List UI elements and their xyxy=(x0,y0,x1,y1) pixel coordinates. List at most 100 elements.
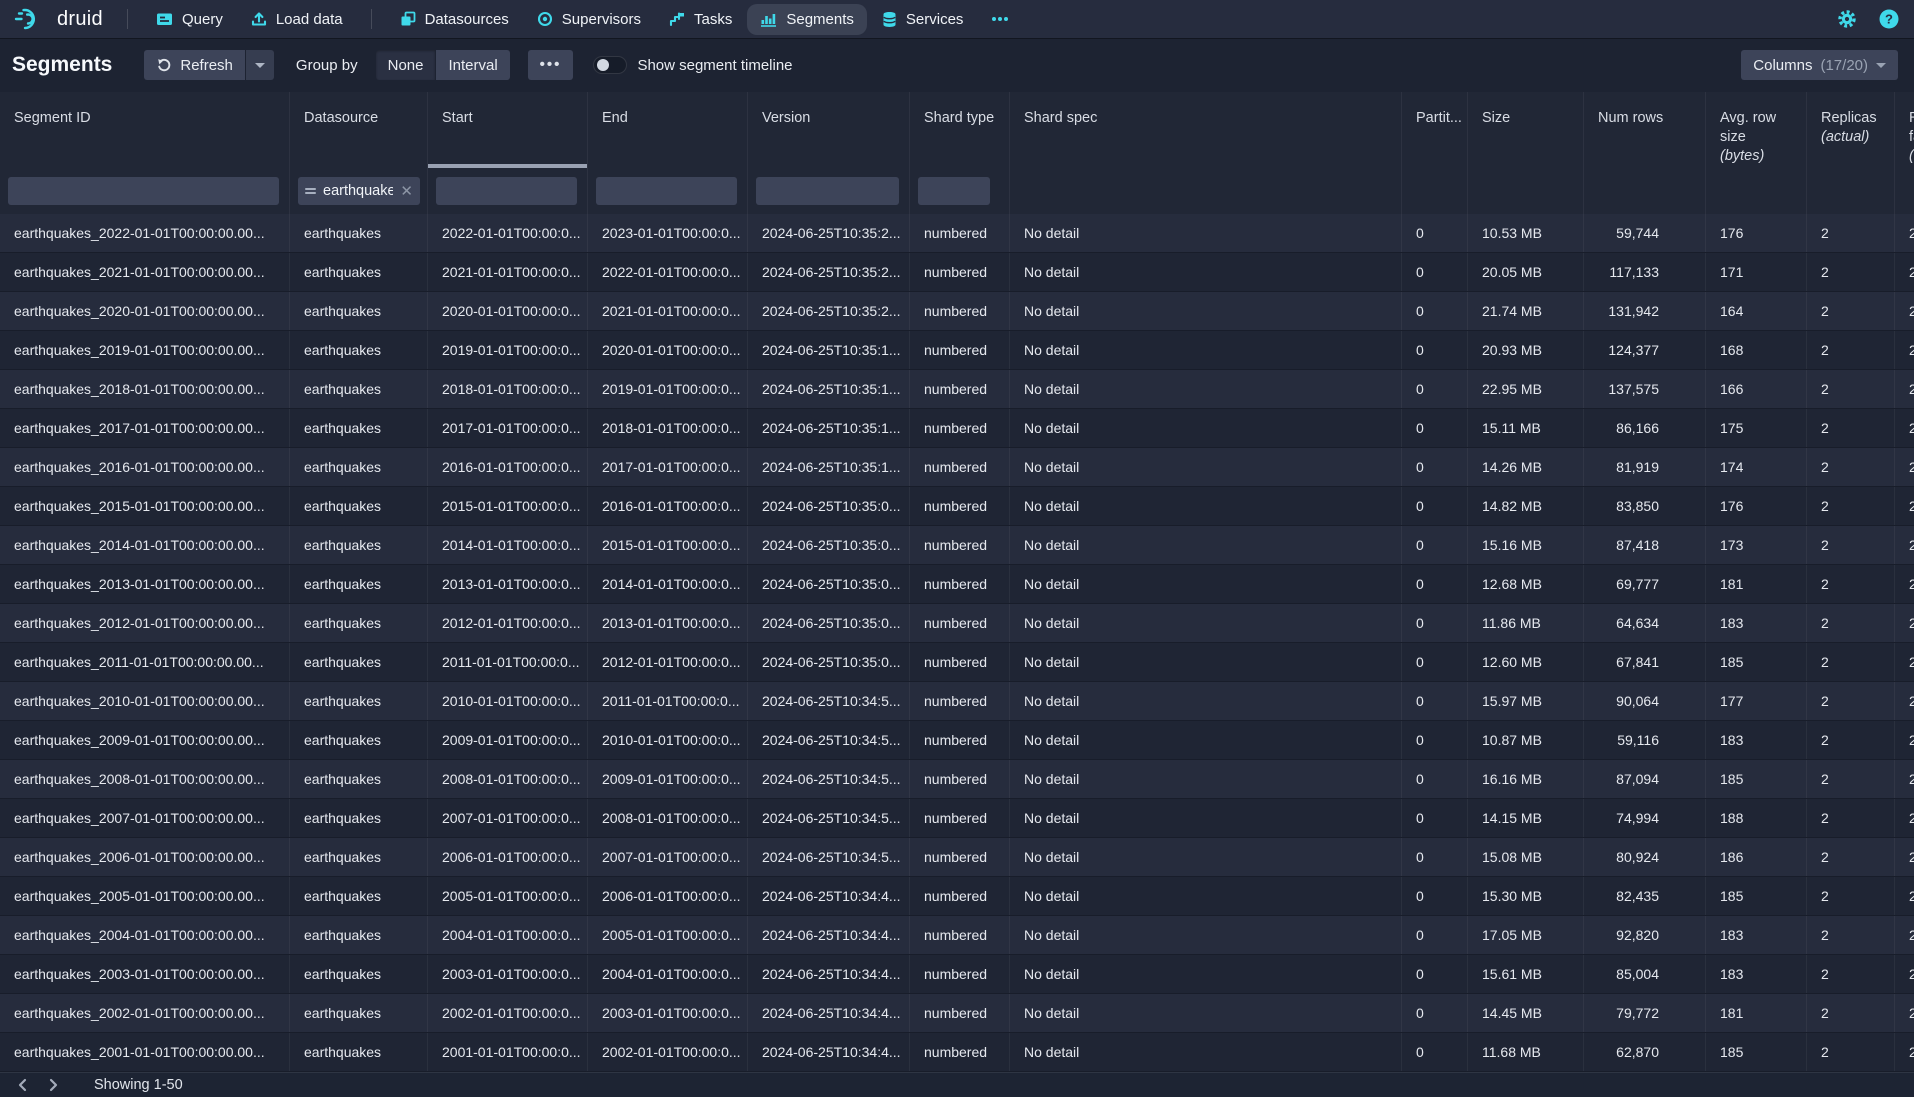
cell-num_rows[interactable]: 86,166 xyxy=(1584,409,1706,447)
column-header-shard_spec[interactable]: Shard spec xyxy=(1010,92,1402,168)
column-header-shard_type[interactable]: Shard type xyxy=(910,92,1010,168)
cell-segment_id[interactable]: earthquakes_2022-01-01T00:00:00.00... xyxy=(0,214,290,252)
cell-size[interactable]: 12.60 MB xyxy=(1468,643,1584,681)
cell-shard_type[interactable]: numbered xyxy=(910,916,1010,954)
column-header-datasource[interactable]: Datasource xyxy=(290,92,428,168)
cell-datasource[interactable]: earthquakes xyxy=(290,565,428,603)
cell-version[interactable]: 2024-06-25T10:34:4... xyxy=(748,955,910,993)
cell-end[interactable]: 2017-01-01T00:00:0... xyxy=(588,448,748,486)
cell-segment_id[interactable]: earthquakes_2004-01-01T00:00:00.00... xyxy=(0,916,290,954)
cell-num_rows[interactable]: 85,004 xyxy=(1584,955,1706,993)
cell-start[interactable]: 2004-01-01T00:00:0... xyxy=(428,916,588,954)
cell-avg_row_size[interactable]: 188 xyxy=(1706,799,1807,837)
nav-more-button[interactable] xyxy=(978,9,1022,29)
column-header-segment_id[interactable]: Segment ID xyxy=(0,92,290,168)
cell-segment_id[interactable]: earthquakes_2011-01-01T00:00:00.00... xyxy=(0,643,290,681)
cell-start[interactable]: 2022-01-01T00:00:0... xyxy=(428,214,588,252)
cell-avg_row_size[interactable]: 185 xyxy=(1706,877,1807,915)
cell-version[interactable]: 2024-06-25T10:34:5... xyxy=(748,760,910,798)
cell-replicas[interactable]: 2 xyxy=(1807,799,1895,837)
cell-shard_spec[interactable]: No detail xyxy=(1010,292,1402,330)
cell-version[interactable]: 2024-06-25T10:35:0... xyxy=(748,604,910,642)
cell-replicas[interactable]: 2 xyxy=(1807,604,1895,642)
cell-num_rows[interactable]: 74,994 xyxy=(1584,799,1706,837)
cell-replication_factor[interactable]: 2 xyxy=(1895,877,1914,915)
cell-version[interactable]: 2024-06-25T10:35:2... xyxy=(748,253,910,291)
cell-replication_factor[interactable]: 2 xyxy=(1895,565,1914,603)
cell-partition[interactable]: 0 xyxy=(1402,760,1468,798)
cell-shard_spec[interactable]: No detail xyxy=(1010,838,1402,876)
cell-shard_spec[interactable]: No detail xyxy=(1010,682,1402,720)
cell-num_rows[interactable]: 82,435 xyxy=(1584,877,1706,915)
cell-size[interactable]: 12.68 MB xyxy=(1468,565,1584,603)
cell-shard_spec[interactable]: No detail xyxy=(1010,760,1402,798)
cell-size[interactable]: 15.61 MB xyxy=(1468,955,1584,993)
cell-segment_id[interactable]: earthquakes_2001-01-01T00:00:00.00... xyxy=(0,1033,290,1071)
cell-num_rows[interactable]: 80,924 xyxy=(1584,838,1706,876)
cell-replicas[interactable]: 2 xyxy=(1807,526,1895,564)
column-header-replication_factor[interactable]: Replication factor(target) xyxy=(1895,92,1914,168)
cell-start[interactable]: 2012-01-01T00:00:0... xyxy=(428,604,588,642)
cell-avg_row_size[interactable]: 177 xyxy=(1706,682,1807,720)
cell-start[interactable]: 2011-01-01T00:00:0... xyxy=(428,643,588,681)
help-icon[interactable]: ? xyxy=(1878,8,1900,30)
cell-start[interactable]: 2020-01-01T00:00:0... xyxy=(428,292,588,330)
cell-replicas[interactable]: 2 xyxy=(1807,877,1895,915)
cell-datasource[interactable]: earthquakes xyxy=(290,838,428,876)
cell-replicas[interactable]: 2 xyxy=(1807,448,1895,486)
cell-num_rows[interactable]: 124,377 xyxy=(1584,331,1706,369)
cell-shard_spec[interactable]: No detail xyxy=(1010,877,1402,915)
cell-size[interactable]: 11.86 MB xyxy=(1468,604,1584,642)
cell-datasource[interactable]: earthquakes xyxy=(290,292,428,330)
cell-datasource[interactable]: earthquakes xyxy=(290,799,428,837)
cell-start[interactable]: 2010-01-01T00:00:0... xyxy=(428,682,588,720)
cell-avg_row_size[interactable]: 176 xyxy=(1706,214,1807,252)
cell-start[interactable]: 2013-01-01T00:00:0... xyxy=(428,565,588,603)
cell-num_rows[interactable]: 79,772 xyxy=(1584,994,1706,1032)
cell-shard_type[interactable]: numbered xyxy=(910,370,1010,408)
cell-num_rows[interactable]: 117,133 xyxy=(1584,253,1706,291)
cell-start[interactable]: 2006-01-01T00:00:0... xyxy=(428,838,588,876)
cell-shard_spec[interactable]: No detail xyxy=(1010,643,1402,681)
cell-partition[interactable]: 0 xyxy=(1402,994,1468,1032)
more-options-button[interactable]: ••• xyxy=(528,50,574,80)
cell-size[interactable]: 14.45 MB xyxy=(1468,994,1584,1032)
cell-num_rows[interactable]: 131,942 xyxy=(1584,292,1706,330)
cell-datasource[interactable]: earthquakes xyxy=(290,370,428,408)
cell-avg_row_size[interactable]: 185 xyxy=(1706,643,1807,681)
cell-size[interactable]: 14.26 MB xyxy=(1468,448,1584,486)
cell-datasource[interactable]: earthquakes xyxy=(290,409,428,447)
cell-avg_row_size[interactable]: 181 xyxy=(1706,565,1807,603)
cell-version[interactable]: 2024-06-25T10:34:4... xyxy=(748,1033,910,1071)
cell-shard_spec[interactable]: No detail xyxy=(1010,448,1402,486)
cell-datasource[interactable]: earthquakes xyxy=(290,721,428,759)
cell-replicas[interactable]: 2 xyxy=(1807,1033,1895,1071)
column-header-avg_row_size[interactable]: Avg. row size(bytes) xyxy=(1706,92,1807,168)
cell-version[interactable]: 2024-06-25T10:34:5... xyxy=(748,721,910,759)
cell-end[interactable]: 2007-01-01T00:00:0... xyxy=(588,838,748,876)
cell-shard_type[interactable]: numbered xyxy=(910,955,1010,993)
cell-num_rows[interactable]: 83,850 xyxy=(1584,487,1706,525)
group-by-option-interval[interactable]: Interval xyxy=(436,50,509,80)
cell-num_rows[interactable]: 90,064 xyxy=(1584,682,1706,720)
cell-avg_row_size[interactable]: 185 xyxy=(1706,760,1807,798)
cell-replication_factor[interactable]: 2 xyxy=(1895,760,1914,798)
cell-replicas[interactable]: 2 xyxy=(1807,916,1895,954)
cell-start[interactable]: 2008-01-01T00:00:0... xyxy=(428,760,588,798)
cell-shard_spec[interactable]: No detail xyxy=(1010,565,1402,603)
cell-replication_factor[interactable]: 2 xyxy=(1895,955,1914,993)
cell-datasource[interactable]: earthquakes xyxy=(290,487,428,525)
cell-shard_spec[interactable]: No detail xyxy=(1010,331,1402,369)
cell-num_rows[interactable]: 81,919 xyxy=(1584,448,1706,486)
cell-shard_type[interactable]: numbered xyxy=(910,292,1010,330)
filter-input-version[interactable] xyxy=(756,177,899,205)
refresh-interval-dropdown-button[interactable] xyxy=(246,50,274,80)
cell-partition[interactable]: 0 xyxy=(1402,292,1468,330)
cell-end[interactable]: 2022-01-01T00:00:0... xyxy=(588,253,748,291)
column-header-version[interactable]: Version xyxy=(748,92,910,168)
cell-avg_row_size[interactable]: 174 xyxy=(1706,448,1807,486)
cell-replicas[interactable]: 2 xyxy=(1807,643,1895,681)
nav-item-load-data[interactable]: Load data xyxy=(238,4,356,35)
cell-end[interactable]: 2016-01-01T00:00:0... xyxy=(588,487,748,525)
cell-shard_spec[interactable]: No detail xyxy=(1010,370,1402,408)
